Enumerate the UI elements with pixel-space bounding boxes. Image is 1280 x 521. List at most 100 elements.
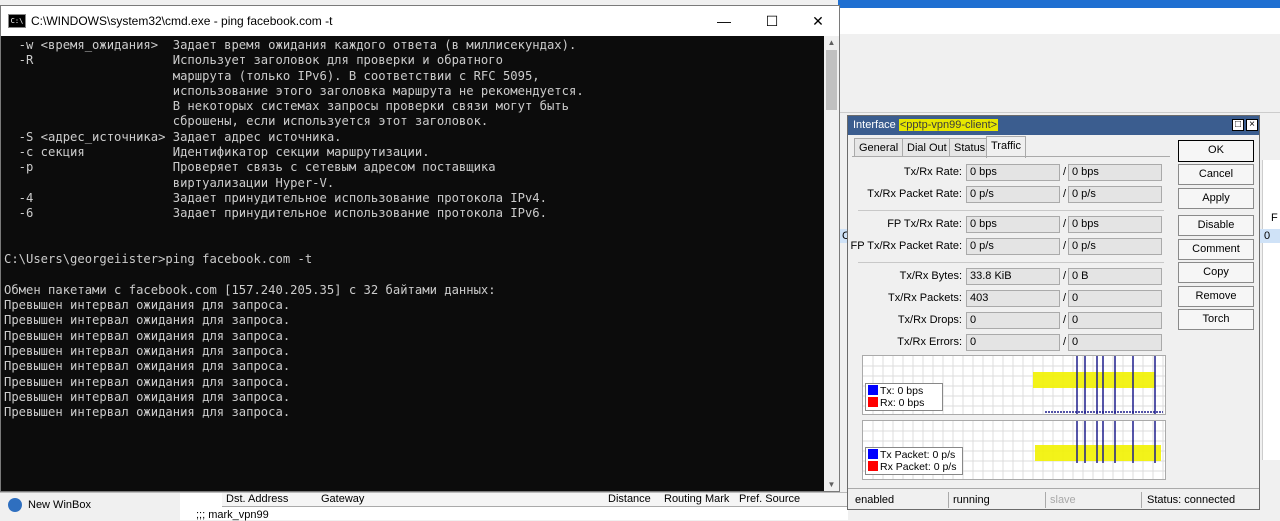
fp-tx-rate-field: 0 bps — [966, 216, 1060, 233]
console-line: -R Использует заголовок для проверки и о… — [4, 53, 503, 68]
cancel-button[interactable]: Cancel — [1178, 164, 1254, 185]
close-icon[interactable]: ✕ — [795, 8, 841, 34]
col-pref-source[interactable]: Pref. Source — [735, 493, 848, 507]
packet-graph-legend: Tx Packet: 0 p/s Rx Packet: 0 p/s — [865, 447, 963, 475]
cmd-icon: C:\ — [8, 14, 26, 28]
rate-graph: Tx: 0 bps Rx: 0 bps — [862, 355, 1166, 415]
tx-legend-label: Tx: — [880, 385, 895, 397]
fp-rx-packet-rate-field: 0 p/s — [1068, 238, 1162, 255]
console-line: Превышен интервал ожидания для запроса. — [4, 298, 291, 313]
tx-errors-field: 0 — [966, 334, 1060, 351]
status-connection: Status: connected — [1147, 494, 1236, 506]
cmd-console-output[interactable]: -w <время_ожидания> Задает время ожидани… — [1, 36, 823, 491]
close-icon[interactable]: × — [1246, 119, 1258, 131]
copy-button[interactable]: Copy — [1178, 262, 1254, 283]
scroll-thumb[interactable] — [826, 50, 837, 110]
col-distance[interactable]: Distance — [604, 493, 661, 507]
rx-rate-field: 0 bps — [1068, 164, 1162, 181]
rx-errors-field: 0 — [1068, 334, 1162, 351]
interface-dialog: Interface <pptp-vpn99-client> □ × Genera… — [847, 115, 1260, 510]
status-enabled: enabled — [852, 492, 949, 508]
fp-rx-rate-field: 0 bps — [1068, 216, 1162, 233]
tab-traffic[interactable]: Traffic — [986, 136, 1026, 158]
console-line: -4 Задает принудительное использование п… — [4, 190, 547, 205]
console-line: Обмен пакетами с facebook.com [157.240.2… — [4, 282, 496, 297]
dialog-title-prefix: Interface — [853, 119, 899, 131]
rate-graph-legend: Tx: 0 bps Rx: 0 bps — [865, 383, 943, 411]
status-slave: slave — [1047, 492, 1142, 508]
rx-legend-value: 0 bps — [898, 397, 925, 409]
table-row[interactable]: ;;; mark_vpn99 — [196, 509, 269, 521]
disable-button[interactable]: Disable — [1178, 215, 1254, 236]
minimize-icon[interactable]: — — [701, 8, 747, 34]
cmd-title: C:\WINDOWS\system32\cmd.exe - ping faceb… — [31, 14, 333, 28]
rx-color-swatch — [868, 397, 878, 407]
rx-packet-color-swatch — [868, 461, 878, 471]
scroll-down-icon[interactable]: ▼ — [824, 478, 839, 491]
scroll-up-icon[interactable]: ▲ — [824, 36, 839, 49]
tab-dial-out[interactable]: Dial Out — [902, 138, 952, 157]
maximize-icon[interactable]: □ — [1232, 119, 1244, 131]
rx-legend-label: Rx: — [880, 397, 896, 409]
console-line: -S <адрес_источника> Задает адрес источн… — [4, 129, 342, 144]
col-dst-address[interactable]: Dst. Address — [222, 493, 319, 507]
divider — [858, 210, 1164, 211]
torch-button[interactable]: Torch — [1178, 309, 1254, 330]
tx-rx-rate-label: Tx/Rx Rate: — [903, 166, 962, 178]
dialog-title-bar[interactable]: Interface <pptp-vpn99-client> □ × — [848, 116, 1259, 135]
fp-tx-packet-rate-field: 0 p/s — [966, 238, 1060, 255]
cmd-window: C:\ C:\WINDOWS\system32\cmd.exe - ping f… — [0, 5, 840, 492]
tx-packet-legend-value: 0 p/s — [932, 449, 956, 461]
tx-rx-errors-label: Tx/Rx Errors: — [897, 336, 962, 348]
column-header-f: F — [1271, 212, 1278, 224]
apply-button[interactable]: Apply — [1178, 188, 1254, 209]
fp-tx-rx-packet-rate-label: FP Tx/Rx Packet Rate: — [850, 240, 962, 252]
col-gateway[interactable]: Gateway — [317, 493, 606, 507]
tx-packet-rate-field: 0 p/s — [966, 186, 1060, 203]
rx-packet-rate-field: 0 p/s — [1068, 186, 1162, 203]
tx-packet-color-swatch — [868, 449, 878, 459]
console-line: Превышен интервал ожидания для запроса. — [4, 389, 291, 404]
routes-table: Dst. Address Gateway Distance Routing Ma… — [180, 492, 848, 521]
tx-packet-legend-label: Tx Packet: — [880, 449, 930, 461]
tx-bytes-field: 33.8 KiB — [966, 268, 1060, 285]
comment-button[interactable]: Comment — [1178, 239, 1254, 260]
status-running: running — [950, 492, 1046, 508]
selected-row-value: 0 — [1264, 230, 1271, 242]
packet-graph: Tx Packet: 0 p/s Rx Packet: 0 p/s — [862, 420, 1166, 480]
maximize-icon[interactable]: ☐ — [749, 8, 795, 34]
dialog-title: Interface <pptp-vpn99-client> — [853, 119, 999, 131]
tab-general[interactable]: General — [854, 138, 904, 157]
tx-rx-drops-label: Tx/Rx Drops: — [897, 314, 962, 326]
console-line: -w <время_ожидания> Задает время ожидани… — [4, 38, 577, 52]
background-panel — [838, 34, 1280, 113]
console-line: -6 Задает принудительное использование п… — [4, 206, 547, 221]
tab-status[interactable]: Status — [949, 138, 991, 157]
console-line: маршрута (только IPv6). В соответствии с… — [4, 68, 540, 83]
new-winbox-menu-item[interactable]: New WinBox — [28, 499, 91, 511]
rx-drops-field: 0 — [1068, 312, 1162, 329]
console-line: виртуализации Hyper-V. — [4, 175, 335, 190]
traffic-panel: Tx/Rx Rate: 0 bps / 0 bps Tx/Rx Packet R… — [850, 156, 1170, 485]
col-routing-mark[interactable]: Routing Mark — [660, 493, 737, 507]
remove-button[interactable]: Remove — [1178, 286, 1254, 307]
console-line: использование этого заголовка маршрута н… — [4, 83, 584, 98]
console-line: Превышен интервал ожидания для запроса. — [4, 359, 291, 374]
rx-packet-legend-value: 0 p/s — [933, 461, 957, 473]
divider — [858, 262, 1164, 263]
console-line: Превышен интервал ожидания для запроса. — [4, 343, 291, 358]
console-line: -p Проверяет связь с сетевым адресом пос… — [4, 160, 496, 175]
tx-drops-field: 0 — [966, 312, 1060, 329]
console-line: -c секция Идентификатор секции маршрутиз… — [4, 145, 430, 160]
ok-button[interactable]: OK — [1178, 140, 1254, 162]
winbox-icon — [8, 498, 22, 512]
cmd-title-bar[interactable]: C:\ C:\WINDOWS\system32\cmd.exe - ping f… — [1, 6, 839, 36]
tx-packets-field: 403 — [966, 290, 1060, 307]
cmd-scrollbar[interactable]: ▲ ▼ — [824, 36, 839, 491]
console-line: Превышен интервал ожидания для запроса. — [4, 328, 291, 343]
rx-packet-legend-label: Rx Packet: — [880, 461, 931, 473]
tx-rate-field: 0 bps — [966, 164, 1060, 181]
